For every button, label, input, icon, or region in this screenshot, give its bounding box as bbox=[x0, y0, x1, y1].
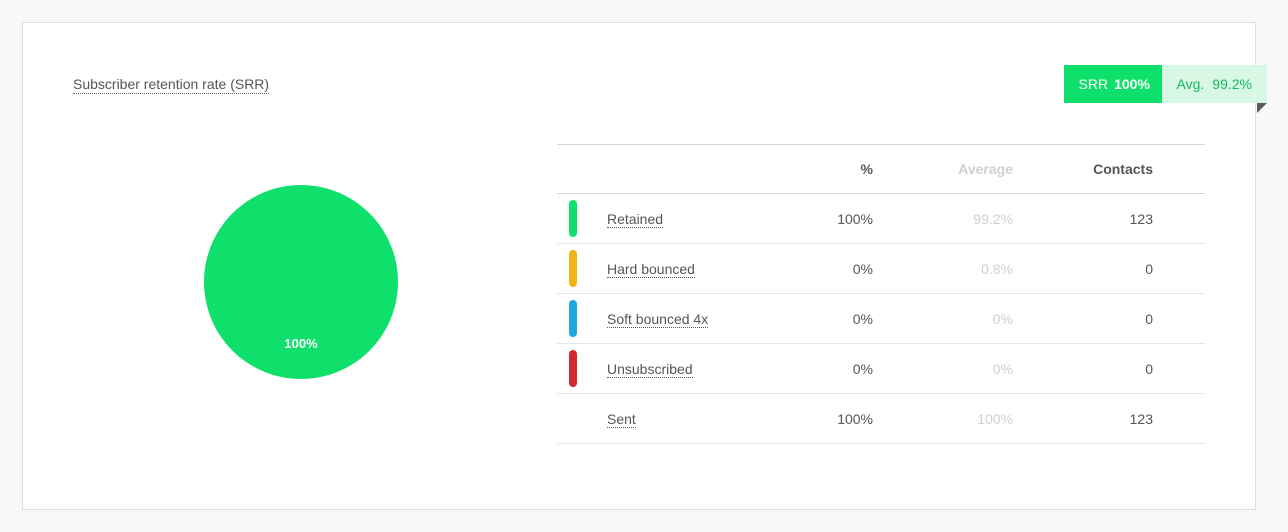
color-marker-icon bbox=[569, 350, 577, 387]
header-average: Average bbox=[873, 144, 1013, 194]
row-spacer bbox=[1153, 393, 1205, 444]
row-color-marker bbox=[557, 393, 607, 444]
row-average: 0.8% bbox=[873, 243, 1013, 294]
row-name-link[interactable]: Soft bounced 4x bbox=[607, 310, 709, 328]
stats-table: % Average Contacts Retained 100% 99.2% 123 H… bbox=[557, 144, 1205, 444]
avg-badge-value: 99.2% bbox=[1212, 76, 1252, 92]
pie-data-label: 100% bbox=[284, 336, 318, 351]
row-color-marker bbox=[557, 193, 607, 244]
row-pct: 0% bbox=[773, 343, 873, 394]
srr-badge: SRR 100% Avg. 99.2% bbox=[1063, 65, 1267, 113]
row-average: 100% bbox=[873, 393, 1013, 444]
srr-badge-value: SRR 100% bbox=[1063, 65, 1162, 103]
avg-badge-label: Avg. bbox=[1176, 76, 1205, 92]
row-name-link[interactable]: Unsubscribed bbox=[607, 360, 693, 378]
row-name-cell: Unsubscribed bbox=[607, 343, 773, 394]
row-spacer bbox=[1153, 293, 1205, 344]
color-marker-icon bbox=[569, 250, 577, 287]
avg-badge: Avg. 99.2% bbox=[1161, 65, 1267, 103]
row-name-cell: Hard bounced bbox=[607, 243, 773, 294]
table-header-row: % Average Contacts bbox=[557, 144, 1205, 194]
row-name-cell: Soft bounced 4x bbox=[607, 293, 773, 344]
row-name-link[interactable]: Sent bbox=[607, 410, 636, 428]
pie-chart: 100% bbox=[203, 184, 399, 380]
row-pct: 100% bbox=[773, 193, 873, 244]
srr-card: Subscriber retention rate (SRR) SRR 100%… bbox=[22, 22, 1267, 510]
header-pct: % bbox=[773, 144, 873, 194]
color-marker-icon bbox=[569, 200, 577, 237]
row-average: 0% bbox=[873, 343, 1013, 394]
row-pct: 0% bbox=[773, 293, 873, 344]
table-row: Sent 100% 100% 123 bbox=[557, 393, 1205, 444]
row-contacts: 123 bbox=[1013, 193, 1153, 244]
row-color-marker bbox=[557, 343, 607, 394]
row-color-marker bbox=[557, 293, 607, 344]
row-spacer bbox=[1153, 343, 1205, 394]
srr-badge-number: 100% bbox=[1114, 76, 1150, 92]
table-row: Retained 100% 99.2% 123 bbox=[557, 193, 1205, 244]
table-row: Hard bounced 0% 0.8% 0 bbox=[557, 243, 1205, 294]
header-name bbox=[607, 144, 773, 194]
table-row: Soft bounced 4x 0% 0% 0 bbox=[557, 293, 1205, 344]
row-pct: 100% bbox=[773, 393, 873, 444]
header-mark bbox=[557, 144, 607, 194]
row-contacts: 0 bbox=[1013, 343, 1153, 394]
row-contacts: 123 bbox=[1013, 393, 1153, 444]
row-spacer bbox=[1153, 193, 1205, 244]
row-average: 0% bbox=[873, 293, 1013, 344]
row-name-cell: Retained bbox=[607, 193, 773, 244]
row-pct: 0% bbox=[773, 243, 873, 294]
row-spacer bbox=[1153, 243, 1205, 294]
row-name-cell: Sent bbox=[607, 393, 773, 444]
header-spacer bbox=[1153, 144, 1205, 194]
row-contacts: 0 bbox=[1013, 243, 1153, 294]
table-row: Unsubscribed 0% 0% 0 bbox=[557, 343, 1205, 394]
header-contacts: Contacts bbox=[1013, 144, 1153, 194]
row-name-link[interactable]: Retained bbox=[607, 210, 664, 228]
srr-badge-label: SRR bbox=[1078, 76, 1109, 92]
row-color-marker bbox=[557, 243, 607, 294]
color-marker-icon bbox=[569, 300, 577, 337]
row-contacts: 0 bbox=[1013, 293, 1153, 344]
row-name-link[interactable]: Hard bounced bbox=[607, 260, 695, 278]
badge-fold-corner bbox=[1257, 103, 1267, 113]
row-average: 99.2% bbox=[873, 193, 1013, 244]
card-title[interactable]: Subscriber retention rate (SRR) bbox=[73, 76, 270, 94]
